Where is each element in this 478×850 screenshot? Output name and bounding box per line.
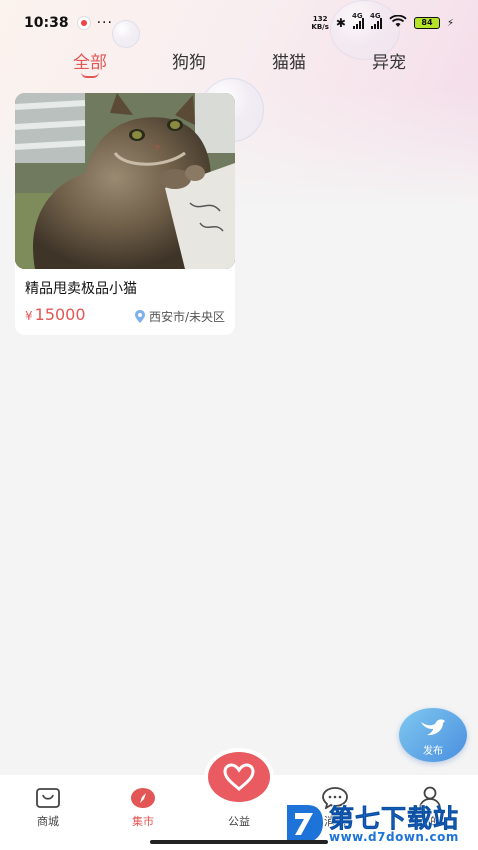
publish-button[interactable]: 发布 (399, 708, 467, 762)
listing-price: ¥15000 (25, 305, 86, 324)
shop-bag-icon (8, 785, 88, 811)
network-speed-unit: KB/s (311, 23, 329, 31)
status-time: 10:38 (24, 15, 69, 31)
nav-label: 商城 (37, 815, 59, 828)
tab-label: 全部 (73, 53, 107, 73)
nav-item-market[interactable]: 集市 (103, 785, 183, 829)
listing-location: 西安市/未央区 (134, 308, 225, 325)
more-notifications-icon: ··· (96, 15, 113, 31)
tab-label: 狗狗 (172, 53, 206, 73)
tab-label: 猫猫 (272, 53, 306, 73)
kitten-photo (15, 93, 235, 269)
location-text: 西安市/未央区 (148, 310, 225, 324)
signal-type-label-2: 4G (369, 12, 381, 20)
active-tab-indicator (81, 72, 99, 78)
tab-cats[interactable]: 猫猫 (249, 48, 329, 73)
nav-item-shop[interactable]: 商城 (8, 785, 88, 829)
wifi-icon (389, 14, 407, 32)
notification-app-icon (76, 16, 91, 30)
bluetooth-icon: ✱ (335, 16, 346, 30)
currency-symbol: ¥ (25, 309, 33, 323)
charity-label: 公益 (228, 815, 250, 828)
watermark-url: www.d7down.com (329, 830, 459, 844)
tab-all[interactable]: 全部 (50, 48, 130, 78)
publish-label: 发布 (423, 746, 443, 757)
network-speed: 132 KB/s (311, 15, 328, 31)
charity-button[interactable] (208, 752, 270, 802)
listing-card[interactable]: 精品甩卖极品小猫 ¥15000 西安市/未央区 (15, 93, 235, 335)
battery-icon: 84 (413, 17, 440, 29)
network-speed-value: 132 (312, 15, 328, 23)
watermark-logo-icon (287, 805, 323, 843)
listing-title: 精品甩卖极品小猫 (25, 281, 137, 297)
heart-icon (223, 763, 255, 791)
bird-icon (421, 719, 445, 736)
tab-exotic-pets[interactable]: 异宠 (349, 48, 429, 73)
signal-icon-2: 4G (370, 12, 382, 29)
signal-icon: 4G (352, 12, 364, 29)
status-bar: 10:38 ··· 132 KB/s ✱ 4G 4G 84 ⚡ (0, 0, 478, 46)
tab-dogs[interactable]: 狗狗 (149, 48, 229, 73)
signal-type-label: 4G (351, 12, 363, 20)
charging-icon: ⚡ (446, 17, 454, 29)
price-value: 15000 (34, 305, 86, 324)
compass-icon (103, 785, 183, 811)
tab-label: 异宠 (372, 53, 406, 73)
category-tabs: 全部 狗狗 猫猫 异宠 (0, 48, 478, 84)
location-pin-icon (134, 310, 145, 323)
nav-label: 集市 (132, 815, 154, 828)
home-indicator (150, 840, 328, 844)
